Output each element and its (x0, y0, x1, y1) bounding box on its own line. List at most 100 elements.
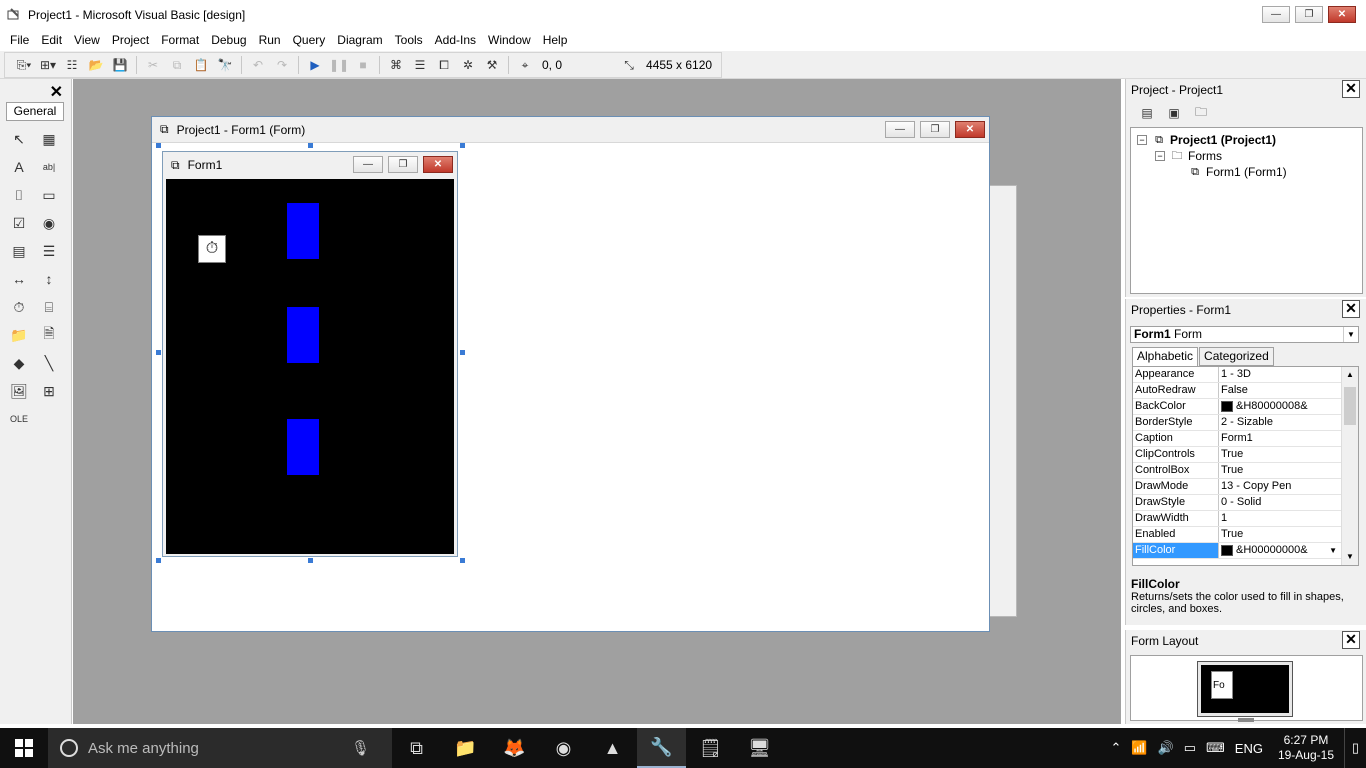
property-value[interactable]: 1 (1219, 511, 1337, 526)
combobox-icon[interactable]: ▤ (5, 237, 33, 265)
properties-window-icon[interactable]: ☰ (409, 55, 431, 75)
shape-icon[interactable]: ◆ (5, 349, 33, 377)
firefox-icon[interactable]: 🦊 (490, 728, 539, 768)
menu-add-ins[interactable]: Add-Ins (429, 33, 482, 47)
restore-button[interactable]: ❐ (1295, 6, 1323, 23)
menu-help[interactable]: Help (537, 33, 574, 47)
system-clock[interactable]: 6:27 PM 19-Aug-15 (1268, 733, 1344, 763)
battery-icon[interactable]: ▭ (1179, 740, 1201, 756)
data-icon[interactable]: ⊞ (35, 377, 63, 405)
property-row[interactable]: Enabled True (1133, 527, 1358, 543)
image-icon[interactable]: 🖼 (5, 377, 33, 405)
property-row[interactable]: DrawStyle 0 - Solid (1133, 495, 1358, 511)
close-button[interactable]: ✕ (1328, 6, 1356, 23)
scroll-up-icon[interactable]: ▲ (1342, 367, 1358, 383)
property-value[interactable]: False (1219, 383, 1337, 398)
property-row[interactable]: AutoRedraw False (1133, 383, 1358, 399)
properties-close-icon[interactable]: ✕ (1342, 300, 1360, 318)
ole-icon[interactable]: OLE (5, 405, 33, 433)
property-value[interactable]: &H80000008& (1219, 399, 1337, 414)
mini-form-preview[interactable]: Fo (1211, 671, 1233, 699)
tree-item[interactable]: − 🗀 Forms (1137, 148, 1356, 164)
resize-handle[interactable] (460, 558, 465, 563)
menu-diagram[interactable]: Diagram (331, 33, 388, 47)
visual-basic-icon[interactable]: 🔧 (637, 728, 686, 768)
property-row[interactable]: DrawWidth 1 (1133, 511, 1358, 527)
dirlistbox-icon[interactable]: 📁 (5, 321, 33, 349)
collapse-icon[interactable]: − (1155, 151, 1165, 161)
listbox-icon[interactable]: ☰ (35, 237, 63, 265)
hscrollbar-icon[interactable]: ↔ (5, 265, 33, 293)
checkbox-icon[interactable]: ☑ (5, 209, 33, 237)
menu-edit[interactable]: Edit (35, 33, 68, 47)
paste-icon[interactable]: 📋 (190, 55, 212, 75)
menu-window[interactable]: Window (482, 33, 537, 47)
designer-minimize-button[interactable]: — (885, 121, 915, 138)
start-icon[interactable]: ▶ (304, 55, 326, 75)
volume-icon[interactable]: 🔊 (1153, 740, 1179, 756)
menu-tools[interactable]: Tools (389, 33, 429, 47)
form-layout-close-icon[interactable]: ✕ (1342, 631, 1360, 649)
property-value[interactable]: 1 - 3D (1219, 367, 1337, 382)
pointer-icon[interactable]: ↖ (5, 125, 33, 153)
resize-handle[interactable] (460, 143, 465, 148)
show-hidden-icons-icon[interactable]: ⌃ (1105, 740, 1126, 756)
resize-handle[interactable] (460, 350, 465, 355)
resize-handle[interactable] (156, 143, 161, 148)
shape-control[interactable] (287, 419, 319, 475)
shape-control[interactable] (287, 203, 319, 259)
property-value[interactable]: True (1219, 463, 1337, 478)
tab-categorized[interactable]: Categorized (1199, 347, 1274, 366)
language-indicator[interactable]: ENG (1230, 741, 1268, 756)
toolbox-icon[interactable]: ⚒ (481, 55, 503, 75)
form-layout-icon[interactable]: ⧠ (433, 55, 455, 75)
designer-restore-button[interactable]: ❐ (920, 121, 950, 138)
frame-icon[interactable]: ⌷ (5, 181, 33, 209)
add-form-icon[interactable]: ⊞▾ (37, 55, 59, 75)
menu-project[interactable]: Project (106, 33, 155, 47)
menu-debug[interactable]: Debug (205, 33, 252, 47)
form1-design-surface[interactable]: ⧉ Form1 — ❐ ✕ ⏱ (162, 151, 458, 557)
collapse-icon[interactable]: − (1137, 135, 1147, 145)
designer-close-button[interactable]: ✕ (955, 121, 985, 138)
chevron-down-icon[interactable]: ▼ (1343, 327, 1358, 342)
vscrollbar-icon[interactable]: ↕ (35, 265, 63, 293)
minimize-button[interactable]: — (1262, 6, 1290, 23)
microphone-icon[interactable]: 🎙 (351, 739, 370, 757)
file-explorer-icon[interactable]: 📁 (441, 728, 490, 768)
scroll-down-icon[interactable]: ▼ (1342, 549, 1358, 565)
view-code-icon[interactable]: ▤ (1136, 103, 1158, 123)
redo-icon[interactable]: ↷ (271, 55, 293, 75)
menu-view[interactable]: View (68, 33, 106, 47)
vlc-icon[interactable]: ▲ (588, 728, 637, 768)
property-row[interactable]: Caption Form1 (1133, 431, 1358, 447)
find-icon[interactable]: 🔭 (214, 55, 236, 75)
project-explorer-icon[interactable]: ⌘ (385, 55, 407, 75)
property-value[interactable]: True (1219, 447, 1337, 462)
property-row[interactable]: BackColor &H80000008& (1133, 399, 1358, 415)
property-row[interactable]: DrawMode 13 - Copy Pen (1133, 479, 1358, 495)
form-designer-window[interactable]: ⧉ Project1 - Form1 (Form) — ❐ ✕ ⧉ Form1 … (151, 116, 990, 632)
property-value[interactable]: 0 - Solid (1219, 495, 1337, 510)
cortana-search[interactable]: Ask me anything 🎙 (48, 728, 392, 768)
chrome-icon[interactable]: ◉ (539, 728, 588, 768)
network-icon[interactable]: 📶 (1126, 740, 1152, 756)
chevron-down-icon[interactable]: ▼ (1329, 543, 1337, 558)
resize-handle[interactable] (308, 143, 313, 148)
save-project-icon[interactable]: 💾 (109, 55, 131, 75)
property-value[interactable]: 2 - Sizable (1219, 415, 1337, 430)
scroll-thumb[interactable] (1344, 387, 1356, 425)
properties-scrollbar[interactable]: ▲ ▼ (1341, 367, 1358, 565)
menu-query[interactable]: Query (287, 33, 332, 47)
menu-editor-icon[interactable]: ☷ (61, 55, 83, 75)
property-row[interactable]: BorderStyle 2 - Sizable (1133, 415, 1358, 431)
object-browser-icon[interactable]: ✲ (457, 55, 479, 75)
menu-file[interactable]: File (4, 33, 35, 47)
action-center-icon[interactable]: ▯ (1344, 728, 1366, 768)
keyboard-icon[interactable]: ⌨ (1201, 740, 1230, 756)
timer-icon[interactable]: ⏱ (5, 293, 33, 321)
copy-icon[interactable]: ⧉ (166, 55, 188, 75)
textbox-icon[interactable]: ab| (35, 153, 63, 181)
notepad-icon[interactable]: 🗒 (686, 728, 735, 768)
tree-item[interactable]: ⧉ Form1 (Form1) (1137, 164, 1356, 180)
